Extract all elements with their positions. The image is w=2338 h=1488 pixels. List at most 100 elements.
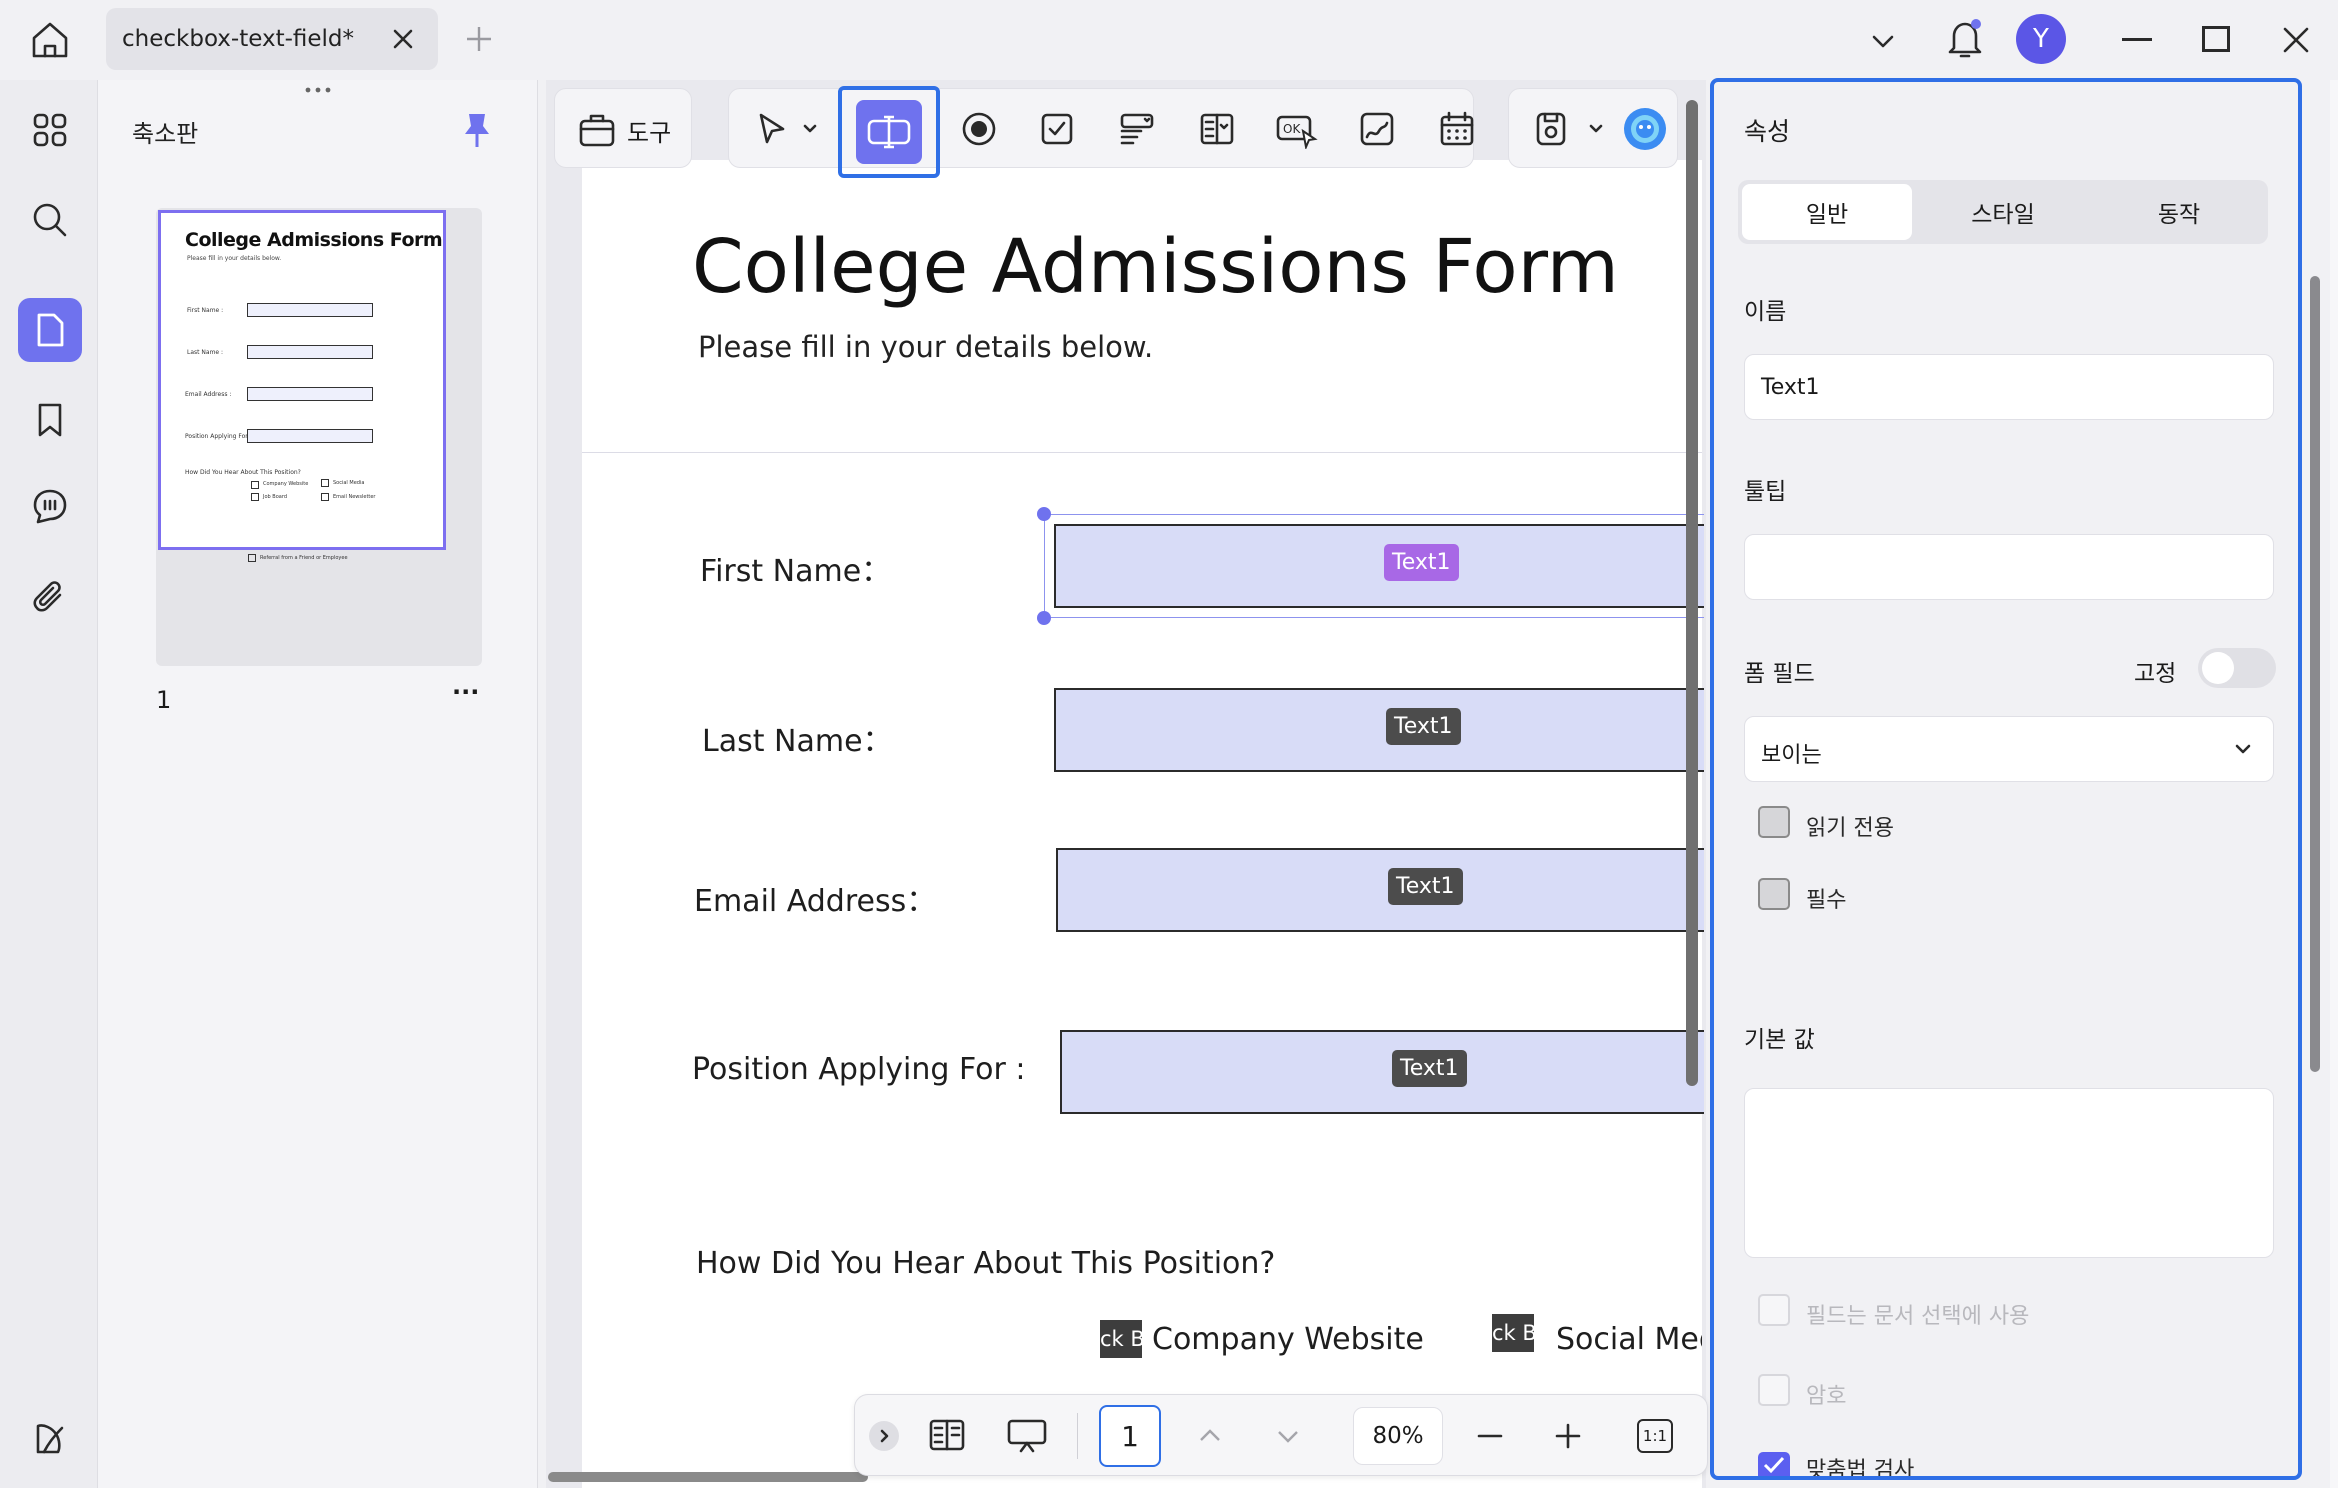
- toolbox-icon: [573, 105, 621, 153]
- thumb-title: College Admissions Form: [185, 229, 443, 251]
- signature-tool-icon[interactable]: [1353, 105, 1401, 153]
- combo-box-tool-icon[interactable]: [1113, 105, 1161, 153]
- thumbnail-page-preview: College Admissions Form Please fill in y…: [158, 210, 446, 550]
- document-subtitle: Please fill in your details below.: [698, 330, 1154, 364]
- password-label: 암호: [1806, 1384, 1847, 1409]
- apps-icon[interactable]: [18, 98, 82, 162]
- minimize-icon[interactable]: [2122, 38, 2152, 41]
- radio-button-tool-icon[interactable]: [955, 105, 1003, 153]
- avatar[interactable]: Y: [2016, 14, 2066, 64]
- position-field[interactable]: Text1: [1060, 1030, 1704, 1114]
- tools-group[interactable]: 도구: [554, 88, 692, 168]
- required-checkbox[interactable]: [1758, 878, 1790, 910]
- home-icon[interactable]: [26, 16, 74, 64]
- close-window-icon[interactable]: [2280, 24, 2312, 56]
- document-tab[interactable]: checkbox-text-field*: [106, 8, 438, 70]
- doc-selection-checkbox[interactable]: [1758, 1294, 1790, 1326]
- button-tool-icon[interactable]: OK: [1273, 105, 1321, 153]
- next-page-icon[interactable]: [1271, 1419, 1305, 1453]
- resize-handle[interactable]: [1037, 611, 1051, 625]
- canvas-scrollbar[interactable]: [1686, 100, 1698, 1086]
- chevron-down-icon[interactable]: [1587, 119, 1605, 137]
- email-field[interactable]: Text1: [1056, 848, 1704, 932]
- checkbox-tool-icon[interactable]: [1033, 105, 1081, 153]
- checkbox-field[interactable]: ck B: [1100, 1320, 1142, 1358]
- save-group: [1508, 88, 1678, 168]
- tools-label: 도구: [627, 119, 672, 147]
- two-page-view-icon[interactable]: [927, 1415, 967, 1455]
- left-rail: [0, 80, 98, 1488]
- position-label: Position Applying For :: [692, 1052, 1026, 1087]
- text-field-tool-button[interactable]: [838, 86, 940, 178]
- save-tool-icon[interactable]: [1527, 105, 1575, 153]
- form-field-label: 폼 필드: [1744, 661, 1815, 687]
- last-name-field[interactable]: Text1: [1054, 688, 1704, 772]
- tooltip-label: 툴팁: [1744, 479, 1787, 505]
- properties-scrollbar[interactable]: [2310, 276, 2320, 1072]
- svg-text:OK: OK: [1283, 122, 1301, 136]
- toggle-knob: [2202, 652, 2234, 684]
- tab-actions[interactable]: 동작: [2094, 184, 2264, 240]
- divider: [1077, 1413, 1078, 1459]
- zoom-in-icon[interactable]: [1551, 1419, 1585, 1453]
- field-name-tag: Text1: [1384, 544, 1459, 581]
- spellcheck-checkbox[interactable]: [1758, 1452, 1790, 1476]
- readonly-checkbox[interactable]: [1758, 806, 1790, 838]
- tooltip-input[interactable]: [1744, 534, 2274, 600]
- thumb-checkbox: [248, 554, 256, 562]
- page-icon[interactable]: [18, 298, 82, 362]
- thumb-field: [247, 387, 373, 401]
- visibility-select[interactable]: 보이는: [1744, 716, 2274, 782]
- lock-toggle[interactable]: [2198, 648, 2276, 688]
- page-thumbnail[interactable]: College Admissions Form Please fill in y…: [156, 208, 482, 666]
- thumb-checkbox: [251, 493, 259, 501]
- field-name-tag: Text1: [1388, 868, 1463, 905]
- expand-nav-icon[interactable]: [869, 1421, 899, 1451]
- document-title: College Admissions Form: [692, 224, 1619, 310]
- close-tab-icon[interactable]: [390, 26, 416, 52]
- date-tool-icon[interactable]: [1433, 105, 1481, 153]
- actual-size-button[interactable]: 1:1: [1637, 1419, 1673, 1453]
- maximize-icon[interactable]: [2202, 26, 2230, 52]
- presentation-icon[interactable]: [1005, 1415, 1049, 1455]
- chevron-down-icon[interactable]: [801, 119, 819, 137]
- ai-assistant-icon[interactable]: [1621, 105, 1669, 153]
- new-tab-icon[interactable]: [464, 24, 494, 54]
- search-icon[interactable]: [18, 188, 82, 252]
- drag-handle-icon[interactable]: [300, 86, 336, 94]
- tab-general[interactable]: 일반: [1742, 184, 1912, 240]
- previous-page-icon[interactable]: [1193, 1419, 1227, 1453]
- name-input[interactable]: Text1: [1744, 354, 2274, 420]
- page-number-input[interactable]: 1: [1099, 1405, 1161, 1467]
- list-box-tool-icon[interactable]: [1193, 105, 1241, 153]
- first-name-field[interactable]: Text1: [1054, 524, 1704, 608]
- tab-style[interactable]: 스타일: [1918, 184, 2088, 240]
- attachment-icon[interactable]: [18, 566, 82, 630]
- readonly-label: 읽기 전용: [1806, 816, 1894, 841]
- option-label: Social Medi: [1556, 1322, 1702, 1357]
- pin-icon[interactable]: [462, 110, 492, 150]
- thumb-label: First Name :: [187, 307, 224, 314]
- zoom-out-icon[interactable]: [1473, 1419, 1507, 1453]
- comment-icon[interactable]: [18, 474, 82, 538]
- thumb-option: Email Newsletter: [333, 494, 376, 500]
- horizontal-scrollbar[interactable]: [548, 1472, 868, 1482]
- zoom-level[interactable]: 80%: [1353, 1407, 1443, 1465]
- password-checkbox[interactable]: [1758, 1374, 1790, 1406]
- pointer-icon[interactable]: [747, 105, 795, 153]
- more-options-icon[interactable]: ···: [452, 678, 479, 706]
- name-label: 이름: [1744, 299, 1787, 325]
- sidebar-toggle-icon[interactable]: [18, 1406, 82, 1470]
- bell-icon[interactable]: [1946, 18, 1984, 60]
- page-navigation-bar: 1 80% 1:1: [854, 1394, 1708, 1476]
- spellcheck-label: 맞춤법 검사: [1806, 1458, 1915, 1476]
- thumb-question: How Did You Hear About This Position?: [185, 469, 301, 476]
- window-edge: [2330, 80, 2338, 1488]
- thumb-field: [247, 345, 373, 359]
- chevron-down-icon[interactable]: [1868, 26, 1898, 56]
- checkbox-field[interactable]: ck B: [1492, 1314, 1534, 1352]
- resize-handle[interactable]: [1037, 507, 1051, 521]
- bookmark-icon[interactable]: [18, 388, 82, 452]
- thumbnail-panel-title: 축소판: [132, 120, 199, 148]
- default-value-input[interactable]: [1744, 1088, 2274, 1258]
